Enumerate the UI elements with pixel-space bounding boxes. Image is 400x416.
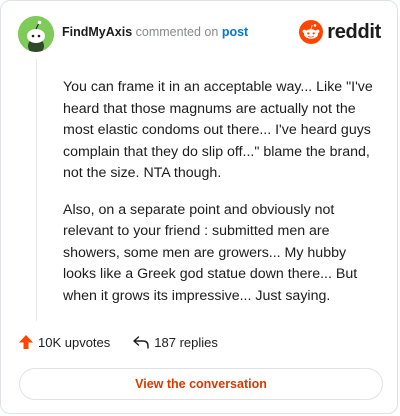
reddit-snoo-icon <box>299 20 324 44</box>
view-conversation-button[interactable]: View the conversation <box>19 368 383 400</box>
reply-arrow-icon <box>133 336 149 349</box>
comment-actions: 10K upvotes 187 replies <box>18 334 218 350</box>
comment-header: FindMyAxis commented on post <box>62 25 248 39</box>
upvote-count: 10K upvotes <box>38 334 111 350</box>
post-link[interactable]: post <box>222 25 248 39</box>
reddit-logo[interactable]: reddit <box>299 20 381 44</box>
upvote-button[interactable]: 10K upvotes <box>18 334 110 350</box>
reddit-wordmark: reddit <box>327 20 381 43</box>
snoo-avatar-icon <box>18 16 54 52</box>
author-name[interactable]: FindMyAxis <box>62 25 132 39</box>
action-text: commented on <box>135 25 219 39</box>
upvote-arrow-icon <box>19 335 33 349</box>
comment-body: You can frame it in an acceptable way...… <box>63 77 381 322</box>
comment-paragraph: Also, on a separate point and obviously … <box>63 201 358 304</box>
reply-count: 187 replies <box>154 334 218 350</box>
replies-button[interactable]: 187 replies <box>132 335 218 350</box>
thread-line <box>36 59 37 321</box>
comment-paragraph: You can frame it in an acceptable way...… <box>63 79 373 181</box>
user-avatar[interactable] <box>18 16 54 52</box>
comment-card: FindMyAxis commented on post reddit You … <box>0 0 398 414</box>
